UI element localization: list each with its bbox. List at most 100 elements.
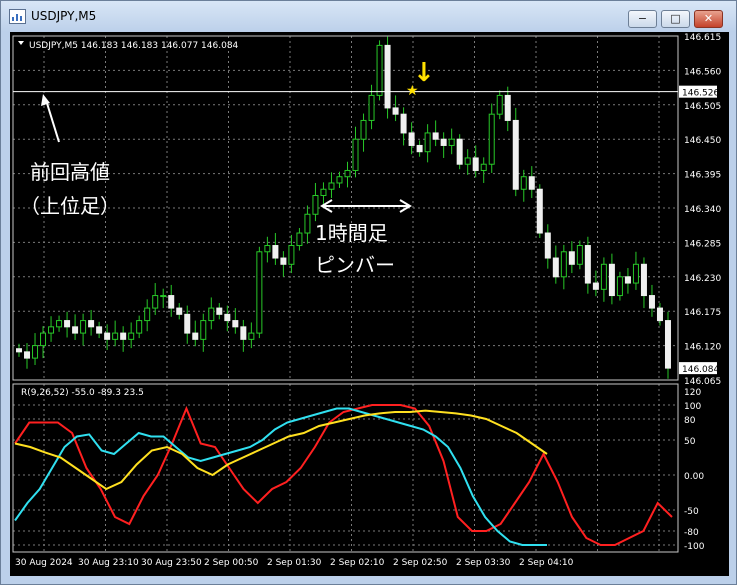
candle-bear bbox=[536, 188, 543, 234]
time-tick-label: 2 Sep 01:30 bbox=[267, 558, 322, 568]
candle-bull bbox=[256, 251, 263, 334]
candle-bear bbox=[272, 245, 279, 259]
candle-bull bbox=[144, 307, 151, 322]
candle-bear bbox=[504, 94, 511, 121]
candle-bull bbox=[80, 320, 87, 334]
price-tick-label: 146.340 bbox=[684, 205, 721, 215]
candle-bull bbox=[152, 295, 159, 309]
candle-bear bbox=[648, 295, 655, 309]
candle-bear bbox=[120, 332, 127, 340]
candle-bull bbox=[264, 245, 271, 253]
time-tick-label: 2 Sep 04:10 bbox=[519, 558, 574, 568]
pin-bar-label: ピンバー bbox=[315, 253, 395, 277]
time-tick-label: 2 Sep 03:30 bbox=[456, 558, 511, 568]
candle-bull bbox=[480, 163, 487, 171]
candle-bear bbox=[440, 138, 447, 146]
candle-bear bbox=[552, 257, 559, 278]
candle-bear bbox=[88, 320, 95, 328]
candle-bull bbox=[560, 251, 567, 278]
candle-bear bbox=[96, 326, 103, 334]
candle-bull bbox=[328, 182, 335, 190]
candle-bull bbox=[48, 326, 55, 334]
candle-bull bbox=[376, 44, 383, 96]
price-tick-label: 146.230 bbox=[684, 274, 721, 284]
time-tick-label: 2 Sep 02:50 bbox=[393, 558, 448, 568]
candle-bear bbox=[408, 132, 415, 146]
candle-bear bbox=[656, 307, 663, 322]
candle-bull bbox=[352, 138, 359, 171]
chart-area[interactable]: 146.615 146.560 146.505 146.450 146.395 146.3… bbox=[10, 32, 729, 576]
candle-bear bbox=[624, 276, 631, 284]
candle-bull bbox=[448, 138, 455, 146]
candle-bear bbox=[16, 348, 22, 353]
candle-bull bbox=[344, 169, 351, 178]
candle-bear bbox=[528, 176, 535, 190]
candle-bull bbox=[320, 188, 327, 196]
candle-bull bbox=[632, 263, 639, 284]
indicator-tick-label: 50 bbox=[684, 437, 696, 447]
price-tick-label: 146.505 bbox=[684, 102, 721, 112]
price-tick-label: 146.175 bbox=[684, 308, 721, 318]
candle-bear bbox=[104, 332, 111, 340]
minimize-button[interactable]: − bbox=[628, 10, 657, 28]
close-button[interactable]: ✕ bbox=[694, 10, 723, 28]
grid-lines bbox=[13, 35, 678, 552]
time-tick-label: 30 Aug 2024 bbox=[15, 558, 73, 568]
candle-bear bbox=[240, 326, 247, 340]
candle-bear bbox=[416, 144, 423, 153]
indicator-tick-label: -100 bbox=[684, 542, 705, 552]
price-tick-label: 146.615 bbox=[684, 33, 721, 43]
maximize-icon: □ bbox=[670, 12, 681, 25]
price-tick-label: 146.450 bbox=[684, 136, 721, 146]
candle-bear bbox=[472, 157, 479, 171]
candle-bull bbox=[32, 345, 39, 359]
candle-bull bbox=[368, 94, 375, 121]
candle-bear bbox=[24, 351, 31, 359]
candle-bear bbox=[72, 326, 79, 334]
candle-bull bbox=[112, 332, 119, 340]
star-icon: ★ bbox=[406, 83, 419, 99]
candle-bear bbox=[512, 119, 519, 190]
annotations: USDJPY,M5 146.183 146.183 146.077 146.08… bbox=[13, 41, 678, 398]
header-dropdown-icon bbox=[18, 41, 24, 45]
price-tick-label: 146.560 bbox=[684, 67, 721, 77]
annotation-arrow-shaft bbox=[45, 99, 60, 143]
candle-bear bbox=[640, 263, 647, 297]
candle-bull bbox=[296, 232, 303, 247]
candle-bull bbox=[424, 132, 431, 153]
candle-bear bbox=[592, 282, 599, 290]
indicator-tick-label: 120 bbox=[684, 388, 701, 398]
candle-bear bbox=[400, 113, 407, 134]
candle-bear bbox=[584, 245, 591, 284]
time-tick-label: 2 Sep 02:10 bbox=[330, 558, 385, 568]
candle-bull bbox=[312, 194, 319, 215]
candle-bear bbox=[664, 320, 671, 369]
time-tick-label: 30 Aug 23:50 bbox=[141, 558, 202, 568]
indicator-series-line bbox=[14, 407, 547, 546]
candle-bear bbox=[176, 307, 183, 315]
candle-bull bbox=[40, 332, 47, 347]
title-bar[interactable]: USDJPY,M5 − □ ✕ bbox=[1, 1, 736, 32]
chart-window-icon bbox=[9, 9, 26, 24]
candle-bear bbox=[456, 138, 463, 165]
candle-bull bbox=[136, 320, 143, 334]
candle-bear bbox=[232, 320, 239, 328]
maximize-button[interactable]: □ bbox=[661, 10, 690, 28]
candle-bull bbox=[160, 295, 167, 298]
price-chart[interactable]: 146.615 146.560 146.505 146.450 146.395 146.3… bbox=[10, 32, 729, 576]
indicator-tick-label: 100 bbox=[684, 402, 701, 412]
candle-bull bbox=[600, 263, 607, 290]
candle-bear bbox=[608, 263, 615, 297]
symbol-header: USDJPY,M5 146.183 146.183 146.077 146.08… bbox=[29, 41, 239, 51]
indicator-label: R(9,26,52) -55.0 -89.3 23.5 bbox=[21, 388, 144, 398]
indicator-series-line bbox=[14, 409, 548, 491]
previous-high-label: 前回高値 bbox=[30, 160, 110, 184]
price-tick-label: 146.395 bbox=[684, 171, 721, 181]
indicator-tick-label: -50 bbox=[684, 507, 699, 517]
indicator-tick-label: 80 bbox=[684, 416, 696, 426]
indicator-tick-label: 0.00 bbox=[684, 472, 704, 482]
hourly-candle-label: 1時間足 bbox=[315, 221, 388, 245]
candle-bear bbox=[64, 320, 71, 328]
candle-bull bbox=[304, 213, 311, 234]
time-tick-label: 2 Sep 00:50 bbox=[204, 558, 259, 568]
